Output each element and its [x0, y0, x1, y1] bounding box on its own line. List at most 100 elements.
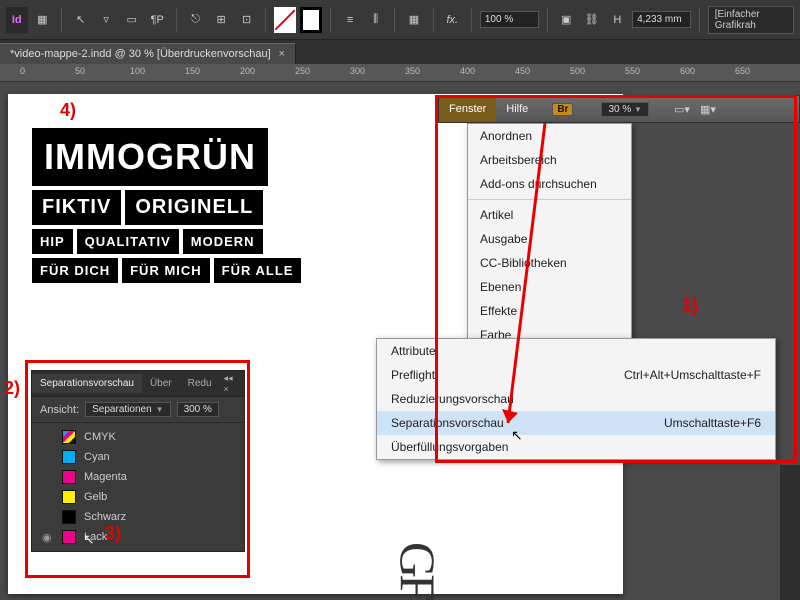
tab-redu[interactable]: Redu [180, 374, 220, 393]
logo-word: FIKTIV [32, 190, 121, 225]
menu-item-cc-bibliotheken[interactable]: CC-Bibliotheken [468, 251, 631, 275]
document-tabbar: *video-mappe-2.indd @ 30 % [Überdruckenv… [0, 40, 800, 64]
visibility-eye-icon[interactable]: ◉ [42, 531, 54, 544]
direct-select-icon[interactable]: ▿ [95, 7, 117, 33]
swatch-label: CMYK [84, 431, 234, 443]
submenu-item-überfüllungsvorgaben[interactable]: Überfüllungsvorgaben [377, 435, 775, 459]
swatch-row-gelb[interactable]: Gelb [32, 487, 244, 507]
swatch-label: Schwarz [84, 511, 234, 523]
menu-item-add-ons-durchsuchen[interactable]: Add-ons durchsuchen [468, 172, 631, 196]
menu-bar: Fenster Hilfe Br 30 % ▼ ▭▾ ▦▾ [438, 95, 800, 123]
submenu-item-reduzierungsvorschau[interactable]: Reduzierungsvorschau [377, 387, 775, 411]
logo-word: QUALITATIV [77, 229, 179, 254]
percent-field[interactable]: 100 % [480, 11, 539, 28]
divider [394, 8, 395, 32]
swatch-row-schwarz[interactable]: Schwarz [32, 507, 244, 527]
document-tab[interactable]: *video-mappe-2.indd @ 30 % [Überdruckenv… [0, 43, 296, 64]
divider [433, 8, 434, 32]
ruler-tick: 150 [185, 66, 200, 76]
submenu-item-separationsvorschau[interactable]: SeparationsvorschauUmschalttaste+F6 [377, 411, 775, 435]
menu-fenster[interactable]: Fenster [439, 96, 496, 122]
submenu-label: Attribute [391, 344, 436, 358]
logo-word: FÜR MICH [122, 258, 210, 283]
ansicht-label: Ansicht: [40, 404, 79, 416]
link-icon[interactable]: ⛓ [581, 7, 603, 33]
paragraph-icon[interactable]: ¶P [146, 7, 168, 33]
app-toolbar: Id ▦ ↖ ▿ ▭ ¶P ⎋ ⊞ ⊡ ≡ ⫼ ▦ fx. 100 % ▣ ⛓ … [0, 0, 800, 40]
menu-item-anordnen[interactable]: Anordnen [468, 124, 631, 148]
menu-item-arbeitsbereich[interactable]: Arbeitsbereich [468, 148, 631, 172]
screen-mode-icon[interactable]: ▭▾ [669, 96, 695, 122]
ruler-tick: 300 [350, 66, 365, 76]
ruler-tick: 450 [515, 66, 530, 76]
align-icon[interactable]: ≡ [339, 7, 361, 33]
pointer-icon[interactable]: ↖ [70, 7, 92, 33]
divider [61, 8, 62, 32]
logo-main: IMMOGRÜN [32, 128, 268, 186]
page-tool-icon[interactable]: ▭ [121, 7, 143, 33]
ansicht-pct-value: 300 % [184, 404, 212, 415]
fx-icon[interactable]: fx. [442, 7, 464, 33]
ansicht-dropdown[interactable]: Separationen▼ [85, 402, 170, 417]
chevron-down-icon: ▼ [634, 105, 642, 114]
stroke-black-icon[interactable] [300, 7, 322, 33]
logo-word: MODERN [183, 229, 263, 254]
zoom-field[interactable]: 30 % ▼ [601, 102, 649, 117]
menu-item-effekte[interactable]: Effekte [468, 299, 631, 323]
separations-panel: Separationsvorschau Über Redu ◂◂ × Ansic… [31, 370, 245, 552]
anchor-2-icon[interactable]: ⊞ [210, 7, 232, 33]
distribute-icon[interactable]: ⫼ [365, 7, 387, 33]
swatch-list: CMYK Cyan Magenta Gelb Schwarz ◉Lack [32, 423, 244, 551]
ruler-tick: 600 [680, 66, 695, 76]
measurement-field[interactable]: 4,233 mm [632, 11, 691, 28]
arrange-docs-icon[interactable]: ▦▾ [695, 96, 721, 122]
graphic-frame-label[interactable]: [Einfacher Grafikrah [708, 6, 794, 34]
ruler-tick: 500 [570, 66, 585, 76]
swatch-color-gelb [62, 490, 76, 504]
ruler-tick: 550 [625, 66, 640, 76]
anchor-3-icon[interactable]: ⊡ [236, 7, 258, 33]
zoom-value: 30 % [608, 104, 631, 115]
logo-block: IMMOGRÜN FIKTIVORIGINELL HIPQUALITATIVMO… [30, 126, 303, 285]
menu-item-ebenen[interactable]: Ebenen [468, 275, 631, 299]
panel-collapse-icon[interactable]: ◂◂ × [220, 371, 244, 396]
submenu-item-attribute[interactable]: Attribute [377, 339, 775, 363]
submenu-shortcut: Ctrl+Alt+Umschalttaste+F [624, 368, 761, 382]
wrap-icon[interactable]: ▣ [555, 7, 577, 33]
swatch-row-magenta[interactable]: Magenta [32, 467, 244, 487]
chevron-down-icon: ▼ [156, 405, 164, 414]
swatch-row-cyan[interactable]: Cyan [32, 447, 244, 467]
anchor-1-icon[interactable]: ⎋ [185, 7, 207, 33]
divider [471, 8, 472, 32]
ruler-tick: 400 [460, 66, 475, 76]
menu-hilfe[interactable]: Hilfe [496, 96, 538, 122]
bridge-badge[interactable]: Br [552, 103, 573, 116]
submenu-item-preflight[interactable]: PreflightCtrl+Alt+Umschalttaste+F [377, 363, 775, 387]
menu-item-ausgabe[interactable]: Ausgabe [468, 227, 631, 251]
ruler-tick: 50 [75, 66, 85, 76]
tab-separationsvorschau[interactable]: Separationsvorschau [32, 374, 142, 393]
page-text-fragment: GF [389, 542, 447, 598]
fill-none-icon[interactable] [274, 7, 296, 33]
panel-tabs: Separationsvorschau Über Redu ◂◂ × [32, 371, 244, 397]
swatch-row-cmyk[interactable]: CMYK [32, 427, 244, 447]
swatch-label: Gelb [84, 491, 234, 503]
indesign-icon[interactable]: Id [6, 7, 28, 33]
ruler-tick: 350 [405, 66, 420, 76]
menu-item-artikel[interactable]: Artikel [468, 203, 631, 227]
ruler-tick: 250 [295, 66, 310, 76]
swatch-label: Cyan [84, 451, 234, 463]
bridge-mini-icon[interactable]: ▦ [32, 7, 54, 33]
logo-word: HIP [32, 229, 73, 254]
anno-number-1: 1) [682, 295, 698, 316]
swatch-color-cmyk [62, 430, 76, 444]
swatch-color-lack [62, 530, 76, 544]
logo-word: FÜR DICH [32, 258, 118, 283]
ruler-tick: 650 [735, 66, 750, 76]
tab-ueber[interactable]: Über [142, 374, 180, 393]
ruler-tick: 200 [240, 66, 255, 76]
swatch-row-lack[interactable]: ◉Lack [32, 527, 244, 547]
close-icon[interactable]: × [279, 48, 285, 60]
ansicht-percent[interactable]: 300 % [177, 402, 219, 417]
grid-icon[interactable]: ▦ [403, 7, 425, 33]
